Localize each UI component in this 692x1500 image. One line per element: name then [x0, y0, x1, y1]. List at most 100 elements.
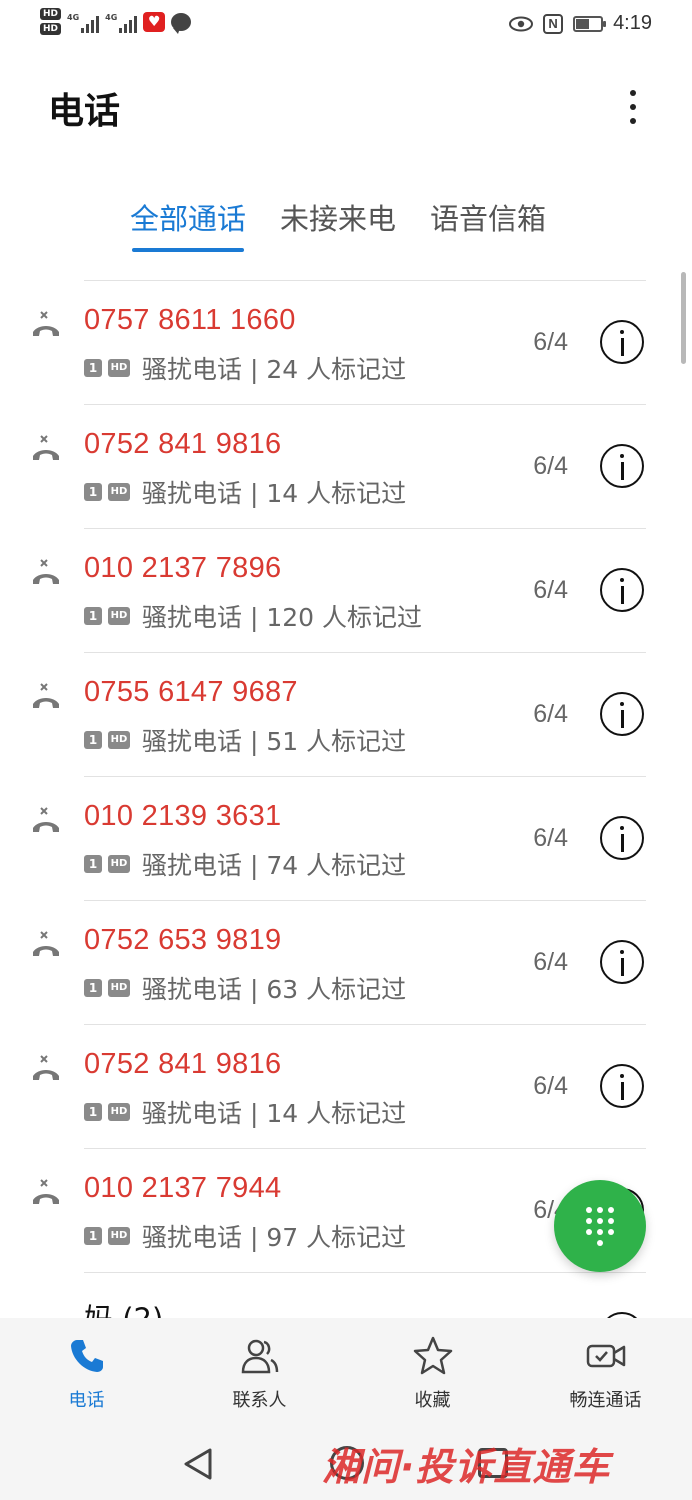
- spam-label: 骚扰电话 | 51 人标记过: [142, 727, 407, 756]
- scrollbar[interactable]: [681, 272, 686, 364]
- caller-number: 0755 6147 9687: [84, 676, 298, 708]
- spam-label: 骚扰电话 | 74 人标记过: [142, 851, 407, 880]
- contacts-icon: [241, 1339, 278, 1374]
- sim-card-icon: 1: [84, 607, 102, 625]
- spam-label: 骚扰电话 | 120 人标记过: [142, 603, 422, 632]
- call-log-row[interactable]: 0752 841 9816 1 HD 骚扰电话 | 14 人标记过 6/4: [0, 1024, 692, 1148]
- caller-number: 010 2137 7896: [84, 552, 282, 584]
- signal-icon-sim2: 4G: [105, 11, 138, 33]
- call-date: 6/4: [533, 328, 568, 356]
- call-log-row[interactable]: 0755 6147 9687 1 HD 骚扰电话 | 51 人标记过 6/4: [0, 652, 692, 776]
- tab-voicemail[interactable]: 语音信箱: [430, 196, 546, 252]
- caller-number: 0752 841 9816: [84, 1048, 282, 1080]
- sim-card-icon: 1: [84, 855, 102, 873]
- dialpad-button[interactable]: [554, 1180, 646, 1272]
- battery-level: [576, 18, 590, 29]
- caller-number: 0752 841 9816: [84, 428, 282, 460]
- phone-icon: [70, 1340, 103, 1372]
- caller-number: 010 2139 3631: [84, 800, 282, 832]
- call-details: 1 HD 骚扰电话 | 97 人标记过: [84, 1218, 406, 1254]
- info-icon[interactable]: [600, 692, 644, 736]
- nav-contacts-label: 联系人: [232, 1390, 287, 1411]
- more-dot-icon: [630, 118, 636, 124]
- spam-label: 骚扰电话 | 97 人标记过: [142, 1223, 407, 1252]
- info-icon[interactable]: [600, 444, 644, 488]
- missed-call-icon: [30, 558, 62, 586]
- more-options-button[interactable]: [618, 82, 648, 132]
- nfc-icon: N: [543, 13, 564, 34]
- call-date: 6/4: [533, 452, 568, 480]
- spam-label: 骚扰电话 | 14 人标记过: [142, 479, 407, 508]
- call-log-row[interactable]: 010 2139 3631 1 HD 骚扰电话 | 74 人标记过 6/4: [0, 776, 692, 900]
- status-right-icons: N 4:19: [509, 12, 652, 35]
- caller-number: 0757 8611 1660: [84, 304, 296, 336]
- spam-label: 骚扰电话 | 63 人标记过: [142, 975, 407, 1004]
- info-icon[interactable]: [600, 568, 644, 612]
- call-log-row[interactable]: 0752 841 9816 1 HD 骚扰电话 | 14 人标记过 6/4: [0, 404, 692, 528]
- hd-call-icon: HD: [108, 483, 130, 501]
- hd-call-icon: HD: [108, 1103, 130, 1121]
- sim-card-icon: 1: [84, 483, 102, 501]
- tab-missed-calls[interactable]: 未接来电: [280, 196, 396, 252]
- call-details: 1 HD 骚扰电话 | 120 人标记过: [84, 598, 422, 634]
- call-date: 6/4: [533, 576, 568, 604]
- caller-number: 010 2137 7944: [84, 1172, 282, 1204]
- call-log-row[interactable]: 0752 653 9819 1 HD 骚扰电话 | 63 人标记过 6/4: [0, 900, 692, 1024]
- clock: 4:19: [613, 12, 652, 34]
- hd-call-icon: HD: [108, 731, 130, 749]
- nav-favorites[interactable]: 收藏: [346, 1318, 519, 1428]
- hd-indicators: HD HD: [40, 8, 62, 35]
- call-date: 6/4: [533, 948, 568, 976]
- hd-call-icon: HD: [108, 979, 130, 997]
- call-log-row[interactable]: 0757 8611 1660 1 HD 骚扰电话 | 24 人标记过 6/4: [0, 280, 692, 404]
- nav-meetime-label: 畅连通话: [569, 1390, 642, 1411]
- hd-call-icon: HD: [108, 1227, 130, 1245]
- info-icon[interactable]: [600, 320, 644, 364]
- missed-call-icon: [30, 310, 62, 338]
- sim-card-icon: 1: [84, 359, 102, 377]
- sim-card-icon: 1: [84, 1227, 102, 1245]
- nav-contacts[interactable]: 联系人: [173, 1318, 346, 1428]
- hd-call-icon: HD: [108, 359, 130, 377]
- missed-call-icon: [30, 806, 62, 834]
- caller-number: 0752 653 9819: [84, 924, 282, 956]
- hd-call-icon: HD: [108, 855, 130, 873]
- call-date: 6/4: [533, 700, 568, 728]
- missed-call-icon: [30, 930, 62, 958]
- tab-all-calls[interactable]: 全部通话: [130, 196, 246, 252]
- status-bar: HD HD 4G 4G ♥ N 4:19: [0, 0, 692, 52]
- call-log-row[interactable]: 妈 (2): [0, 1272, 692, 1320]
- sim-card-icon: 1: [84, 979, 102, 997]
- nav-meetime[interactable]: 畅连通话: [519, 1318, 692, 1428]
- network-type-label: 4G: [105, 12, 118, 22]
- page-title: 电话: [48, 91, 121, 132]
- app-notification-icon: ♥: [143, 11, 166, 32]
- call-details: 1 HD 骚扰电话 | 14 人标记过: [84, 1094, 406, 1130]
- nav-favorites-label: 收藏: [414, 1390, 451, 1411]
- battery-icon: [573, 15, 607, 32]
- call-details: 1 HD 骚扰电话 | 24 人标记过: [84, 350, 406, 386]
- spam-label: 骚扰电话 | 24 人标记过: [142, 355, 407, 384]
- signal-icon-sim1: 4G: [67, 11, 100, 33]
- video-call-icon: [586, 1344, 625, 1368]
- call-tabs: 全部通话 未接来电 语音信箱: [130, 196, 546, 252]
- nav-phone[interactable]: 电话: [0, 1318, 173, 1428]
- missed-call-icon: [30, 682, 62, 710]
- hd-call-icon: HD: [108, 607, 130, 625]
- missed-call-icon: [30, 1054, 62, 1082]
- call-details: 1 HD 骚扰电话 | 14 人标记过: [84, 474, 406, 510]
- call-log-list[interactable]: 0757 8611 1660 1 HD 骚扰电话 | 24 人标记过 6/4 0752 8…: [0, 280, 692, 1320]
- info-icon[interactable]: [600, 816, 644, 860]
- info-icon[interactable]: [600, 940, 644, 984]
- sim-card-icon: 1: [84, 1103, 102, 1121]
- more-dot-icon: [630, 104, 636, 110]
- call-log-row[interactable]: 010 2137 7896 1 HD 骚扰电话 | 120 人标记过 6/4: [0, 528, 692, 652]
- caller-name: 妈 (2): [84, 1302, 164, 1320]
- call-details: 1 HD 骚扰电话 | 51 人标记过: [84, 722, 406, 758]
- info-icon[interactable]: [600, 1064, 644, 1108]
- missed-call-icon: [30, 434, 62, 462]
- call-date: 6/4: [533, 1072, 568, 1100]
- hd-badge-sim2: HD: [40, 23, 62, 35]
- eye-comfort-icon: [509, 16, 534, 31]
- back-icon[interactable]: [182, 1446, 214, 1482]
